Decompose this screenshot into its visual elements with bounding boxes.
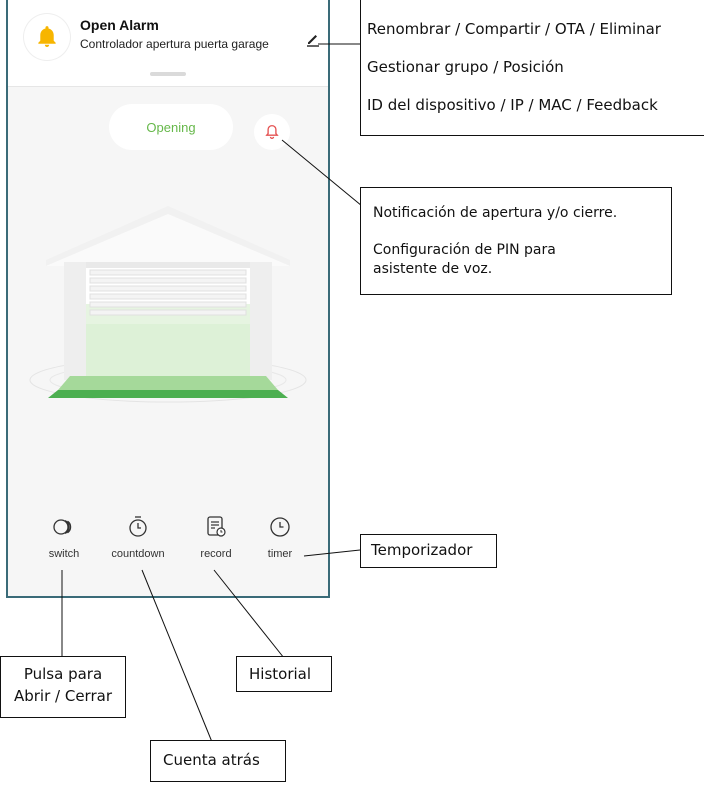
switch-callout-line-2: Abrir / Cerrar bbox=[13, 687, 112, 705]
countdown-callout: Cuenta atrás bbox=[150, 740, 286, 782]
edit-menu-line-1: Renombrar / Compartir / OTA / Eliminar bbox=[367, 20, 661, 38]
edit-menu-callout: Renombrar / Compartir / OTA / Eliminar G… bbox=[360, 0, 704, 136]
edit-menu-line-3: ID del dispositivo / IP / MAC / Feedback bbox=[367, 96, 658, 114]
notification-line-1: Notificación de apertura y/o cierre. bbox=[373, 205, 618, 221]
countdown-callout-text: Cuenta atrás bbox=[163, 751, 260, 769]
edit-menu-line-2: Gestionar grupo / Posición bbox=[367, 58, 564, 76]
notification-line-3: asistente de voz. bbox=[373, 261, 493, 277]
timer-callout: Temporizador bbox=[360, 534, 497, 568]
notification-callout: Notificación de apertura y/o cierre. Con… bbox=[360, 187, 672, 295]
record-callout: Historial bbox=[236, 656, 332, 692]
timer-callout-text: Temporizador bbox=[371, 541, 473, 559]
switch-callout-line-1: Pulsa para bbox=[23, 665, 103, 683]
record-callout-text: Historial bbox=[249, 665, 312, 683]
notification-line-2: Configuración de PIN para bbox=[373, 242, 556, 258]
switch-callout: Pulsa para Abrir / Cerrar bbox=[0, 656, 126, 718]
